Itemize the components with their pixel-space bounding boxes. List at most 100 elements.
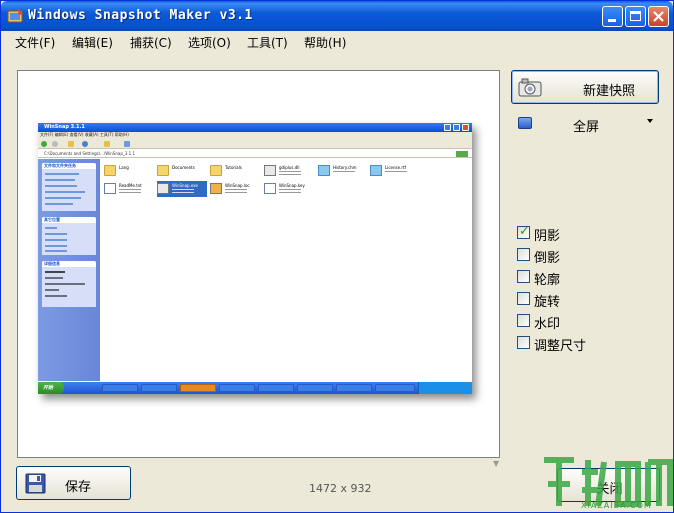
shadow-checkbox[interactable]: ✓ [517,224,530,239]
dll-icon [264,165,276,176]
outline-checkbox[interactable] [517,270,530,283]
preview-panel: 详细信息 [42,261,96,307]
preview-search-icon [82,141,88,147]
preview-go-icon [456,151,468,157]
preview-file-detail [279,174,301,175]
camera-icon [518,78,542,97]
resize-grip-icon[interactable]: ▼ [493,459,499,468]
resize-label: 调整尺寸 [534,339,587,354]
maximize-icon [630,11,641,21]
save-button[interactable]: 保存 [16,466,131,500]
preview-file-item: WinSnap.loc [210,181,260,197]
capture-mode-dropdown[interactable]: 全屏 [511,113,659,135]
watermark-text: XIAZAIBA.COM [581,501,652,510]
preview-task [375,384,415,392]
window-title: Windows Snapshot Maker v3.1 [28,8,253,23]
preview-panel-line [45,289,59,291]
rotate-label: 旋转 [534,295,561,310]
preview-file-detail [172,189,194,190]
preview-panel-line [45,295,67,297]
preview-file-detail [119,192,141,193]
new-snapshot-button[interactable]: 新建快照 [511,70,659,104]
preview-up-icon [68,141,74,147]
snapshot-preview-image: WinSnap 3.1.1 文件(F) 编辑(E) 查看(V) 收藏(A) 工具… [38,123,472,394]
shadow-label: 阴影 [534,229,561,244]
preview-file-detail [385,171,407,172]
preview-panel-line [45,191,85,193]
preview-file-detail [333,171,355,172]
app-exe-icon [157,183,169,194]
title-bar[interactable]: Windows Snapshot Maker v3.1 [1,1,673,31]
preview-file-detail [225,192,247,193]
preview-panel-line [45,233,67,235]
image-dimensions: 1472 x 932 [309,482,372,495]
preview-window-title: WinSnap 3.1.1 [44,124,85,130]
save-label: 保存 [65,480,92,495]
reflection-checkbox[interactable] [517,248,530,261]
preview-file-item: History.chm [318,163,368,179]
preview-file-detail [279,171,301,172]
close-button[interactable]: 关闭 [557,468,660,502]
preview-panel-title: 详细信息 [42,261,96,267]
app-window: Windows Snapshot Maker v3.1 文件(F) 编辑(E) … [0,0,674,513]
preview-file-item: Documents [157,163,207,179]
folder-icon [104,165,116,176]
maximize-button[interactable] [625,6,646,27]
preview-system-tray [418,382,472,394]
preview-panel-line [45,179,75,181]
preview-file-item: WinSnap.key [264,181,314,197]
preview-views-icon [124,141,130,147]
rotate-checkbox[interactable] [517,292,530,305]
preview-file-name: WinSnap.key [279,183,305,188]
resize-checkbox[interactable] [517,336,530,349]
menu-file[interactable]: 文件(F) [15,34,55,51]
preview-panel-line [45,245,67,247]
text-file-icon [104,183,116,194]
app-icon [7,8,23,23]
preview-file-list: Lang Documents Tutorials gdiplus.dll His… [100,159,472,381]
menu-tools[interactable]: 工具(T) [247,34,288,51]
dropdown-arrow-icon[interactable] [647,119,653,123]
rtf-file-icon [370,165,382,176]
preview-panel-line [45,185,77,187]
preview-window-titlebar: WinSnap 3.1.1 [38,123,472,132]
close-label: 关闭 [596,482,623,497]
menu-help[interactable]: 帮助(H) [304,34,346,51]
preview-file-item: License.rtf [370,163,420,179]
close-icon [653,11,664,22]
preview-task [336,384,372,392]
preview-address-text: C:\Documents and Settings\...\WinSnap_3.… [44,151,136,156]
preview-panel-line [45,271,65,273]
floppy-disk-icon [25,473,46,494]
reflection-label: 倒影 [534,251,561,266]
menu-edit[interactable]: 编辑(E) [72,34,113,51]
preview-file-detail [172,192,194,193]
minimize-icon [608,19,616,22]
preview-panel-line [45,250,67,252]
menu-bar: 文件(F) 编辑(E) 捕获(C) 选项(O) 工具(T) 帮助(H) [2,31,672,52]
preview-task [219,384,255,392]
preview-file-detail [119,189,141,190]
watermark-label: 水印 [534,317,561,332]
preview-panel-line [45,173,79,175]
loc-file-icon [210,183,222,194]
preview-addressbar: C:\Documents and Settings\...\WinSnap_3.… [38,150,472,158]
preview-file-detail [279,192,301,193]
minimize-button[interactable] [602,6,623,27]
preview-start-button: 开始 [38,382,64,394]
preview-file-name: Lang [119,165,129,170]
watermark-checkbox[interactable] [517,314,530,327]
key-file-icon [264,183,276,194]
menu-options[interactable]: 选项(O) [188,34,231,51]
folder-icon [157,165,169,176]
preview-file-detail [225,189,247,190]
menu-capture[interactable]: 捕获(C) [130,34,172,51]
preview-taskbar: 开始 [38,382,472,394]
preview-file-item: ReadMe.txt [104,181,154,197]
preview-task-active [180,384,216,392]
close-window-button[interactable] [648,6,669,27]
preview-folders-icon [104,141,110,147]
preview-file-item: Lang [104,163,154,179]
preview-file-item: Tutorials [210,163,260,179]
preview-panel: 其它位置 [42,217,96,255]
